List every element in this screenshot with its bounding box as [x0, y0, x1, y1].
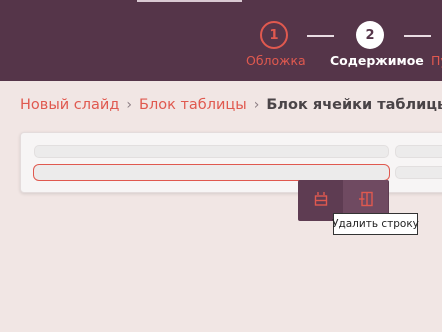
step-connector	[404, 35, 431, 37]
breadcrumb: Новый слайд › Блок таблицы › Блок ячейки…	[20, 97, 442, 113]
table-cell[interactable]	[34, 145, 389, 158]
step-next[interactable]: Пу	[431, 21, 442, 68]
step-label: Пу	[431, 53, 442, 68]
delete-row-icon	[358, 191, 374, 211]
table-cell-selected[interactable]	[33, 164, 390, 181]
step-number: 2	[356, 21, 384, 49]
table-cell[interactable]	[395, 166, 442, 179]
step-label: Обложка	[246, 53, 306, 68]
table-cell[interactable]	[395, 145, 442, 158]
breadcrumb-separator: ›	[126, 97, 132, 113]
breadcrumb-current: Блок ячейки таблицы	[266, 97, 442, 113]
header-accent-line	[137, 0, 242, 2]
breadcrumb-separator: ›	[253, 97, 260, 113]
insert-row-icon	[313, 191, 329, 211]
step-label: Содержимое	[330, 53, 424, 68]
top-header: 1 Обложка 2 Содержимое Пу	[0, 0, 442, 81]
step-cover[interactable]: 1 Обложка	[246, 21, 306, 68]
breadcrumb-link[interactable]: Блок таблицы	[139, 97, 247, 113]
delete-row-tooltip: Удалить строку	[332, 213, 419, 235]
breadcrumb-link[interactable]: Новый слайд	[20, 97, 119, 113]
step-content[interactable]: 2 Содержимое	[330, 21, 424, 68]
step-number: 1	[260, 21, 288, 49]
